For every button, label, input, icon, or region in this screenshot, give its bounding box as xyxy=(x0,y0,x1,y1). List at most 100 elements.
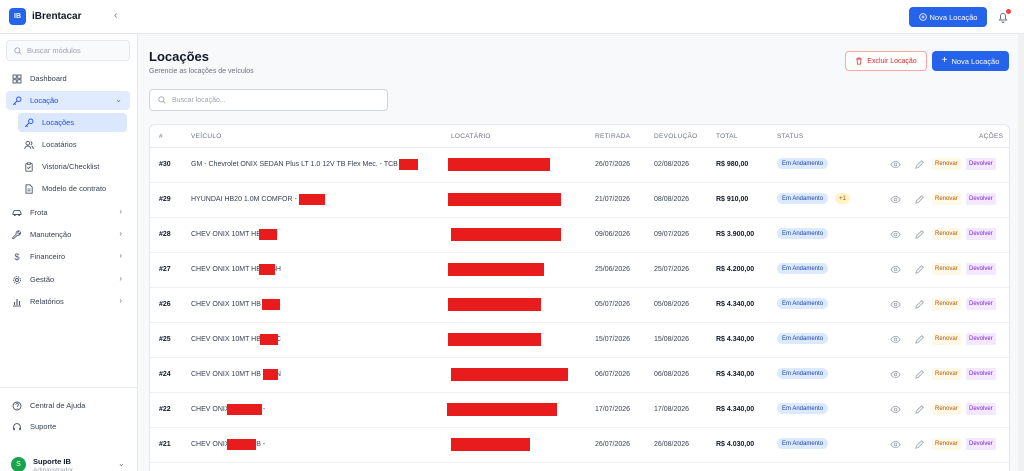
renew-button[interactable]: Renovar xyxy=(932,158,961,170)
renter-redaction xyxy=(448,333,541,346)
rental-search-input[interactable]: Buscar locação... xyxy=(149,89,388,111)
sidebar-item-manutencao[interactable]: Manutenção › xyxy=(6,225,130,244)
sidebar-item-label: Frota xyxy=(30,208,48,217)
edit-icon[interactable] xyxy=(914,334,925,345)
view-icon[interactable] xyxy=(890,229,901,240)
return-button[interactable]: Devolver xyxy=(966,298,996,310)
return-button[interactable]: Devolver xyxy=(966,228,996,240)
sidebar-item-locacao[interactable]: Locação ⌄ xyxy=(6,91,130,110)
sidebar-item-dashboard[interactable]: Dashboard xyxy=(6,69,130,88)
module-search-input[interactable]: Buscar módulos xyxy=(6,40,130,61)
return-date: 17/08/2026 xyxy=(654,406,690,413)
renew-button[interactable]: Renovar xyxy=(932,403,961,415)
sidebar-item-label: Gestão xyxy=(30,275,55,284)
return-date: 02/08/2026 xyxy=(654,161,690,168)
chevron-down-icon[interactable]: ⌄ xyxy=(118,459,125,468)
renew-button[interactable]: Renovar xyxy=(932,298,961,310)
new-rental-button[interactable]: + Nova Locação xyxy=(932,51,1009,71)
extra-count-badge[interactable]: +1 xyxy=(835,193,850,204)
edit-icon[interactable] xyxy=(914,194,925,205)
file-icon xyxy=(24,183,34,194)
delete-rental-button[interactable]: Excluir Locação xyxy=(845,51,927,71)
page-scrollbar[interactable] xyxy=(1018,34,1024,471)
dollar-icon: $ xyxy=(14,251,20,262)
edit-icon[interactable] xyxy=(914,439,925,450)
col-header-return: DEVOLUÇÃO xyxy=(654,133,698,140)
sidebar-item-locacoes[interactable]: Locações xyxy=(18,113,127,132)
users-icon xyxy=(24,140,34,150)
return-button[interactable]: Devolver xyxy=(966,263,996,275)
return-button[interactable]: Devolver xyxy=(966,368,996,380)
return-date: 05/08/2026 xyxy=(654,301,690,308)
sidebar-divider xyxy=(0,387,138,388)
return-button[interactable]: Devolver xyxy=(966,158,996,170)
pickup-date: 26/07/2026 xyxy=(595,161,631,168)
top-new-rental-button[interactable]: Nova Locação xyxy=(909,7,987,27)
page-title: Locações xyxy=(149,49,209,64)
plate-redaction xyxy=(227,439,256,450)
plate-redaction xyxy=(299,194,325,205)
app-logo[interactable]: IB xyxy=(9,8,26,25)
status-badge: Em Andamento xyxy=(777,228,829,239)
return-button[interactable]: Devolver xyxy=(966,438,996,450)
table-row[interactable]: #30 GM - Chevrolet ONIX SEDAN Plus LT 1.0… xyxy=(150,148,1009,183)
sidebar-item-vistoria[interactable]: Vistoria/Checklist xyxy=(18,157,127,176)
renter-redaction xyxy=(451,368,568,381)
sidebar-item-frota[interactable]: Frota › xyxy=(6,203,130,222)
table-row[interactable]: #22CHEV ONIX 10MT HB -17/07/202617/08/20… xyxy=(150,393,1009,428)
edit-icon[interactable] xyxy=(914,404,925,415)
rental-total: R$ 4.340,00 xyxy=(716,371,755,378)
sidebar-item-gestao[interactable]: Gestão › xyxy=(6,270,130,289)
sidebar-item-suporte[interactable]: Suporte xyxy=(6,417,130,436)
return-button[interactable]: Devolver xyxy=(966,333,996,345)
renew-button[interactable]: Renovar xyxy=(932,333,961,345)
edit-icon[interactable] xyxy=(914,229,925,240)
view-icon[interactable] xyxy=(890,369,901,380)
renew-button[interactable]: Renovar xyxy=(932,228,961,240)
headset-icon xyxy=(12,422,22,432)
table-row[interactable]: #29 HYUNDAI HB20 1.0M COMFOR - QNH 21/07/2… xyxy=(150,183,1009,218)
status-badge: Em Andamento xyxy=(777,193,829,204)
sidebar-item-locatarios[interactable]: Locatários xyxy=(18,135,127,154)
view-icon[interactable] xyxy=(890,404,901,415)
edit-icon[interactable] xyxy=(914,159,925,170)
table-row[interactable]: #28 CHEV ONIX 10MT HB - TSI 09/06/2026 09/0… xyxy=(150,218,1009,253)
table-row[interactable]: #26 CHEV ONIX 10MT HB - TSK 05/07/2026 05/0… xyxy=(150,288,1009,323)
edit-icon[interactable] xyxy=(914,299,925,310)
rental-total: R$ 980,00 xyxy=(716,161,749,168)
view-icon[interactable] xyxy=(890,159,901,170)
renew-button[interactable]: Renovar xyxy=(932,193,961,205)
view-icon[interactable] xyxy=(890,334,901,345)
avatar[interactable]: S xyxy=(11,457,26,471)
trash-icon xyxy=(856,57,863,65)
renew-button[interactable]: Renovar xyxy=(932,368,961,380)
pickup-date: 21/07/2026 xyxy=(595,196,631,203)
view-icon[interactable] xyxy=(890,439,901,450)
sidebar-item-modelo-contrato[interactable]: Modelo de contrato xyxy=(18,179,127,198)
sidebar-item-relatorios[interactable]: Relatórios › xyxy=(6,292,130,311)
view-icon[interactable] xyxy=(890,299,901,310)
collapse-sidebar-icon[interactable]: ‹ xyxy=(114,10,117,21)
view-icon[interactable] xyxy=(890,264,901,275)
sidebar-item-central-ajuda[interactable]: Central de Ajuda xyxy=(6,396,130,415)
renew-button[interactable]: Renovar xyxy=(932,263,961,275)
delete-rental-label: Excluir Locação xyxy=(867,57,917,65)
table-row[interactable]: #25 CHEV ONIX 10MT HB - TSC 15/07/2026 15/0… xyxy=(150,323,1009,358)
table-row[interactable]: #27 CHEV ONIX 10MT HB - TSH 25/06/2026 25/0… xyxy=(150,253,1009,288)
status-badge: Em Andamento xyxy=(777,368,829,379)
return-button[interactable]: Devolver xyxy=(966,193,996,205)
sidebar-item-financeiro[interactable]: $ Financeiro › xyxy=(6,247,130,266)
renew-button[interactable]: Renovar xyxy=(932,438,961,450)
return-date: 25/07/2026 xyxy=(654,266,690,273)
return-button[interactable]: Devolver xyxy=(966,403,996,415)
chevron-right-icon: › xyxy=(119,296,122,305)
edit-icon[interactable] xyxy=(914,369,925,380)
table-row[interactable]: #21CHEV ONIX 10MT HB -26/07/202626/08/20… xyxy=(150,428,1009,463)
view-icon[interactable] xyxy=(890,194,901,205)
pickup-date: 25/06/2026 xyxy=(595,266,631,273)
edit-icon[interactable] xyxy=(914,264,925,275)
chevron-down-icon: ⌄ xyxy=(115,95,122,104)
table-row[interactable]: #24 CHEV ONIX 10MT HB - TSN 06/07/2026 06/0… xyxy=(150,358,1009,393)
return-date: 26/08/2026 xyxy=(654,441,690,448)
chevron-right-icon: › xyxy=(119,229,122,238)
